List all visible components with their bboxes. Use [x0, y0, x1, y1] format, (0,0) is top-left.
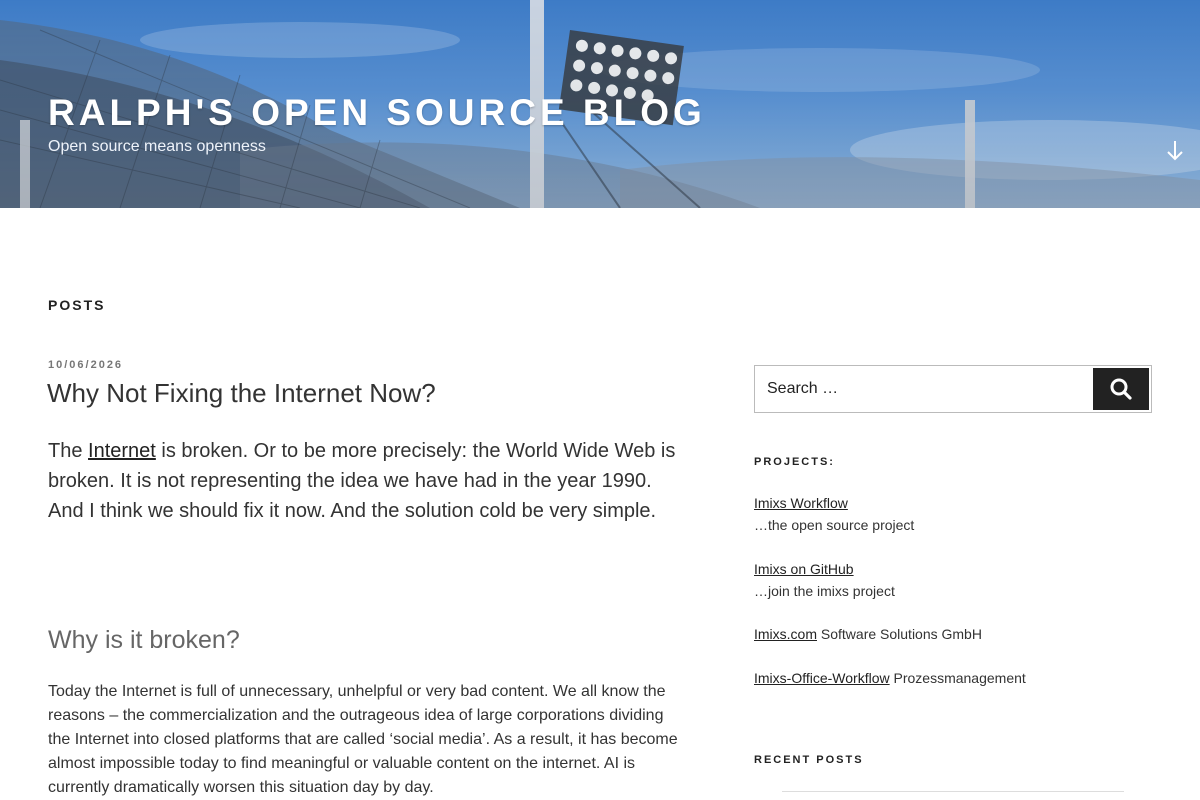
site-description: Open source means openness: [48, 138, 266, 155]
search-button[interactable]: [1093, 368, 1149, 410]
project-item-description: Prozessmanagement: [889, 670, 1026, 686]
project-item-description: …join the imixs project: [754, 583, 895, 599]
imixs-com-link[interactable]: Imixs.com: [754, 626, 817, 642]
post-date[interactable]: 10/06/2026: [48, 359, 123, 371]
page-title: POSTS: [48, 297, 106, 313]
site-header: RALPH'S OPEN SOURCE BLOG Open source mea…: [0, 0, 1200, 208]
project-item-description: …the open source project: [754, 517, 915, 533]
projects-widget-title: PROJECTS:: [754, 456, 835, 468]
imixs-github-link[interactable]: Imixs on GitHub: [754, 561, 854, 577]
search-input[interactable]: [755, 366, 1091, 412]
project-item-imixs-office-workflow: Imixs-Office-Workflow Prozessmanagement: [754, 667, 1026, 689]
search-form: [754, 365, 1152, 413]
imixs-office-workflow-link[interactable]: Imixs-Office-Workflow: [754, 670, 890, 686]
recent-posts-divider: [782, 791, 1124, 792]
project-item-imixs-workflow: Imixs Workflow …the open source project: [754, 492, 914, 536]
project-item-imixs-com: Imixs.com Software Solutions GmbH: [754, 623, 982, 645]
post-body-paragraph: Today the Internet is full of unnecessar…: [48, 683, 678, 796]
recent-posts-widget-title: RECENT POSTS: [754, 754, 864, 766]
arrow-down-icon[interactable]: [1162, 138, 1188, 164]
lead-prefix: The: [48, 440, 89, 462]
post-title[interactable]: Why Not Fixing the Internet Now?: [47, 378, 436, 409]
internet-link[interactable]: Internet: [88, 440, 156, 462]
project-item-description: Software Solutions GmbH: [817, 626, 982, 642]
search-icon: [1110, 378, 1132, 400]
post-subheading: Why is it broken?: [48, 626, 240, 654]
post-lead-paragraph: The Internet is broken. Or to be more pr…: [48, 436, 688, 526]
project-item-imixs-github: Imixs on GitHub …join the imixs project: [754, 558, 895, 602]
imixs-workflow-link[interactable]: Imixs Workflow: [754, 495, 848, 511]
site-title[interactable]: RALPH'S OPEN SOURCE BLOG: [48, 92, 706, 134]
